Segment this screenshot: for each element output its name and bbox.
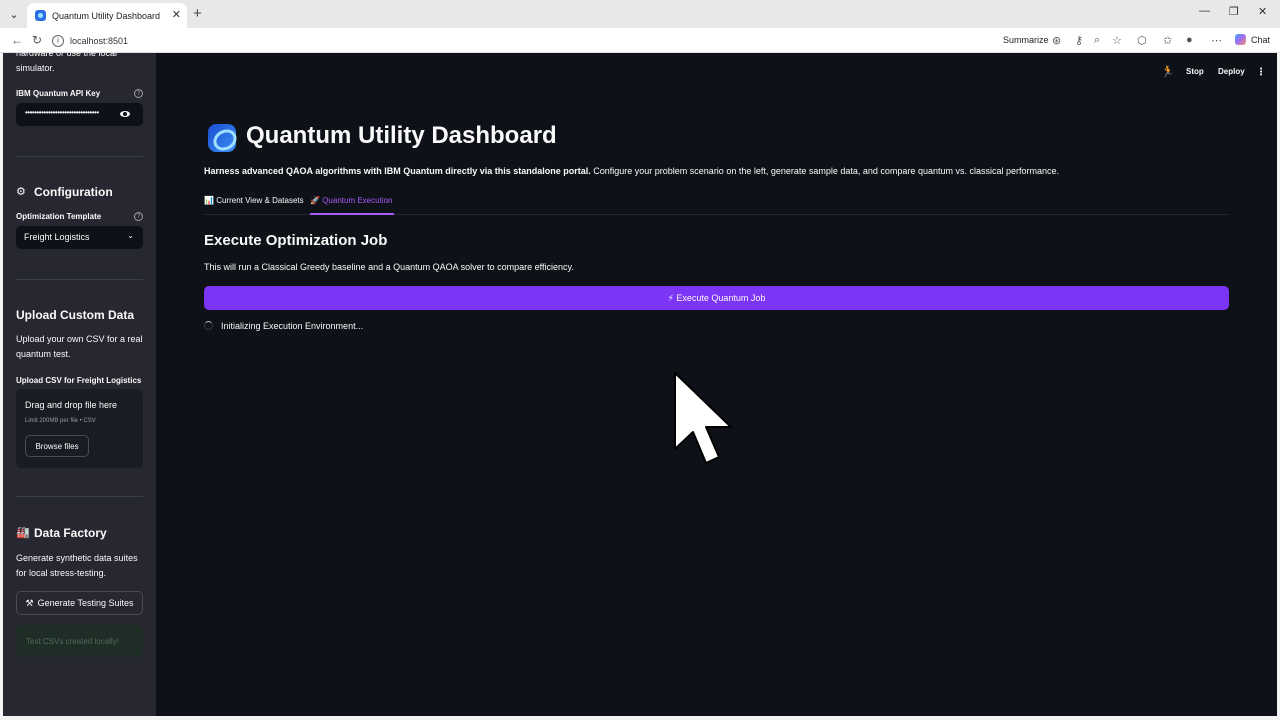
- url-field[interactable]: i localhost:8501: [52, 31, 992, 50]
- factory-heading: Data Factory: [34, 526, 107, 540]
- upload-desc: Upload your own CSV for a real: [16, 334, 143, 344]
- section-heading: Execute Optimization Job: [204, 232, 388, 249]
- browse-files-button[interactable]: Browse files: [25, 435, 89, 457]
- gear-icon: ⚙: [16, 186, 26, 198]
- running-man-icon: 🏃: [1161, 66, 1175, 78]
- minimize-icon[interactable]: —: [1199, 5, 1210, 17]
- key-icon[interactable]: ⚷: [1075, 34, 1083, 47]
- help-icon[interactable]: ?: [134, 212, 143, 221]
- tab-label: Current View & Datasets: [216, 196, 304, 205]
- tab-strip: ⌄ Quantum Utility Dashboard ✕ + — ❐ ✕: [0, 0, 1280, 28]
- loading-spinner-icon: [204, 321, 213, 330]
- file-dropzone[interactable]: Drag and drop file here Limit 200MB per …: [16, 389, 143, 468]
- divider: [16, 496, 143, 497]
- mouse-cursor-icon: [674, 372, 732, 464]
- url-text: localhost:8501: [70, 35, 129, 46]
- help-icon[interactable]: ?: [134, 89, 143, 98]
- api-key-label: IBM Quantum API Key: [16, 89, 101, 98]
- upload-label: Upload CSV for Freight Logistics: [16, 376, 142, 385]
- configuration-heading: Configuration: [34, 185, 113, 199]
- upload-heading: Upload Custom Data: [16, 308, 135, 322]
- success-alert: Test CSVs created locally!: [16, 625, 143, 657]
- dropzone-title: Drag and drop file here: [25, 400, 118, 410]
- summarize-icon[interactable]: ⊛: [1052, 34, 1061, 47]
- chat-button[interactable]: Chat: [1235, 34, 1270, 45]
- copilot-icon: [1235, 34, 1246, 45]
- tab-title: Quantum Utility Dashboard: [52, 10, 161, 21]
- streamlit-app: hardware or use the local simulator. IBM…: [3, 53, 1277, 716]
- summarize-button[interactable]: Summarize: [1003, 35, 1049, 45]
- favicon-icon: [35, 10, 46, 21]
- tab-quantum-execution[interactable]: 🚀 Quantum Execution: [310, 196, 392, 205]
- factory-desc-2: for local stress-testing.: [16, 568, 107, 578]
- intro-rest: Configure your problem scenario on the l…: [590, 166, 1060, 176]
- active-tab-indicator: [310, 213, 394, 215]
- section-description: This will run a Classical Greedy baselin…: [204, 262, 574, 272]
- browser-window: ⌄ Quantum Utility Dashboard ✕ + — ❐ ✕ ← …: [0, 0, 1280, 720]
- sidebar-intro-text-2: simulator.: [16, 63, 55, 73]
- quantum-logo-icon: [208, 124, 236, 152]
- sidebar: hardware or use the local simulator. IBM…: [3, 53, 156, 716]
- sidebar-intro-text: hardware or use the local: [16, 53, 118, 58]
- chevron-down-icon: ⌄: [127, 231, 134, 240]
- address-bar: ← ↻ i localhost:8501 Summarize ⊛ ⚷ ⌕ ☆ ⬡…: [0, 28, 1280, 53]
- close-tab-icon[interactable]: ✕: [172, 8, 181, 21]
- template-label: Optimization Template: [16, 212, 102, 221]
- page-title: Quantum Utility Dashboard: [246, 122, 557, 149]
- back-icon[interactable]: ←: [11, 33, 23, 47]
- show-password-icon[interactable]: [120, 111, 130, 117]
- factory-desc: Generate synthetic data suites: [16, 553, 138, 563]
- more-menu-icon[interactable]: ⋯: [1211, 34, 1222, 47]
- site-info-icon[interactable]: i: [52, 34, 64, 47]
- chart-icon: 📊: [204, 196, 214, 205]
- favorite-icon[interactable]: ☆: [1112, 34, 1122, 47]
- upload-desc-2: quantum test.: [16, 349, 71, 359]
- close-window-icon[interactable]: ✕: [1258, 5, 1267, 18]
- restore-icon[interactable]: ❐: [1229, 5, 1239, 18]
- browser-tab[interactable]: Quantum Utility Dashboard ✕: [27, 3, 187, 28]
- zoom-icon[interactable]: ⌕: [1094, 34, 1100, 47]
- divider: [16, 279, 143, 280]
- api-key-value: ••••••••••••••••••••••••••••••••: [25, 108, 99, 117]
- generate-label: Generate Testing Suites: [37, 598, 134, 608]
- factory-icon: 🏭: [16, 527, 30, 539]
- chat-label: Chat: [1251, 34, 1271, 45]
- main-menu-icon[interactable]: ⋮: [1256, 67, 1266, 78]
- template-select[interactable]: Freight Logistics ⌄: [16, 226, 143, 249]
- tab-label: Quantum Execution: [322, 196, 393, 205]
- favorites-bar-icon[interactable]: ✩: [1163, 34, 1172, 47]
- stop-button[interactable]: Stop: [1186, 67, 1204, 76]
- intro-text: Harness advanced QAOA algorithms with IB…: [204, 166, 1059, 176]
- rocket-icon: 🚀: [310, 196, 320, 205]
- profile-icon[interactable]: ●: [1186, 34, 1193, 46]
- template-value: Freight Logistics: [24, 232, 90, 242]
- api-key-input[interactable]: ••••••••••••••••••••••••••••••••: [16, 103, 143, 126]
- status-text: Initializing Execution Environment...: [221, 321, 364, 331]
- generate-suites-button[interactable]: ⚒ Generate Testing Suites: [16, 591, 143, 615]
- tab-bar: 📊 Current View & Datasets 🚀 Quantum Exec…: [204, 192, 1229, 215]
- refresh-icon[interactable]: ↻: [32, 33, 42, 47]
- tab-actions-icon[interactable]: ⌄: [5, 5, 23, 23]
- tools-icon: ⚒: [25, 597, 34, 608]
- execute-quantum-job-button[interactable]: ⚡ Execute Quantum Job: [204, 286, 1229, 310]
- new-tab-icon[interactable]: +: [193, 5, 202, 22]
- intro-bold: Harness advanced QAOA algorithms with IB…: [204, 166, 591, 176]
- dropzone-limit: Limit 200MB per file • CSV: [25, 418, 96, 424]
- deploy-button[interactable]: Deploy: [1218, 67, 1245, 76]
- divider: [16, 156, 143, 157]
- tab-datasets[interactable]: 📊 Current View & Datasets: [204, 196, 304, 205]
- extensions-icon[interactable]: ⬡: [1137, 34, 1147, 47]
